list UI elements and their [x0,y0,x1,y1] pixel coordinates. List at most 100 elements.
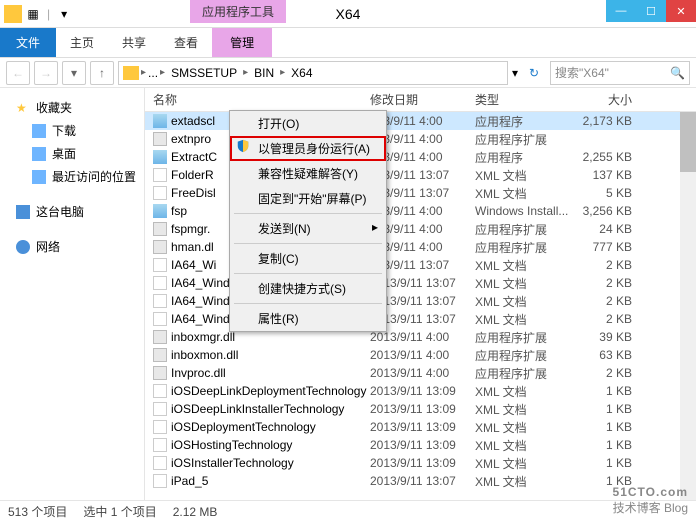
sidebar-recent[interactable]: 最近访问的位置 [0,165,144,188]
file-row[interactable]: iOSDeploymentTechnology2013/9/11 13:09XM… [145,418,696,436]
ctx-pin-start[interactable]: 固定到"开始"屏幕(P) [230,186,386,211]
ctx-run-as-admin[interactable]: 以管理员身份运行(A) [230,136,386,161]
file-row[interactable]: inboxmgr.dll2013/9/11 4:00应用程序扩展39 KB [145,328,696,346]
file-name: extadscl [171,114,215,128]
file-name: iOSDeepLinkDeploymentTechnology [171,384,366,398]
file-row[interactable]: IA64_Windows_Server_2003_SP22013/9/11 13… [145,274,696,292]
breadcrumb-item[interactable]: X64 [287,66,316,80]
file-row[interactable]: fspmgr.013/9/11 4:00应用程序扩展24 KB [145,220,696,238]
file-type: 应用程序 [475,149,580,166]
manage-tab[interactable]: 管理 [212,28,272,57]
breadcrumb[interactable]: ▸ ... ▸ SMSSETUP ▸ BIN ▸ X64 [118,61,508,85]
sidebar-favorites[interactable]: ★收藏夹 [0,96,144,119]
file-row[interactable]: inboxmon.dll2013/9/11 4:00应用程序扩展63 KB [145,346,696,364]
file-row[interactable]: Invproc.dll2013/9/11 4:00应用程序扩展2 KB [145,364,696,382]
file-name: inboxmon.dll [171,348,238,362]
file-icon [153,474,167,488]
file-type: XML 文档 [475,383,580,400]
up-button[interactable]: ↑ [90,61,114,85]
ctx-send-to[interactable]: 发送到(N)▸ [230,216,386,241]
breadcrumb-more[interactable]: ... [148,66,158,80]
file-name: iPad_5 [171,474,208,488]
back-button[interactable]: ← [6,61,30,85]
sidebar-this-pc[interactable]: 这台电脑 [0,200,144,223]
dropdown-icon[interactable]: ▾ [512,66,518,80]
navigation-bar: ← → ▾ ↑ ▸ ... ▸ SMSSETUP ▸ BIN ▸ X64 ▾ ↻… [0,58,696,88]
file-date: 2013/9/11 13:09 [370,384,475,398]
ctx-open[interactable]: 打开(O) [230,111,386,136]
selected-size: 2.12 MB [173,505,218,519]
breadcrumb-item[interactable]: BIN [250,66,278,80]
view-tab[interactable]: 查看 [160,28,212,57]
file-row[interactable]: iOSInstallerTechnology2013/9/11 13:09XML… [145,454,696,472]
col-date[interactable]: 修改日期 [370,91,475,108]
file-row[interactable]: iOSDeepLinkDeploymentTechnology 2013/9/11… [145,382,696,400]
column-headers: 名称 修改日期 类型 大小 [145,88,696,112]
desktop-icon [32,147,46,161]
file-row[interactable]: FolderR013/9/11 13:07XML 文档137 KB [145,166,696,184]
ctx-properties[interactable]: 属性(R) [230,306,386,331]
col-size[interactable]: 大小 [580,91,640,108]
file-date: 2013/9/11 4:00 [370,348,475,362]
ctx-copy[interactable]: 复制(C) [230,246,386,271]
sidebar-downloads[interactable]: 下载 [0,119,144,142]
ctx-troubleshoot[interactable]: 兼容性疑难解答(Y) [230,161,386,186]
refresh-button[interactable]: ↻ [522,61,546,85]
file-row[interactable]: iPad_52013/9/11 13:07XML 文档1 KB [145,472,696,490]
separator [234,213,382,214]
scroll-thumb[interactable] [680,112,696,172]
file-tab[interactable]: 文件 [0,28,56,57]
minimize-button[interactable]: — [606,0,636,22]
breadcrumb-item[interactable]: SMSSETUP [167,66,241,80]
file-size: 777 KB [580,240,640,254]
navigation-pane: ★收藏夹 下载 桌面 最近访问的位置 这台电脑 网络 [0,88,145,508]
file-row[interactable]: extadscl013/9/11 4:00应用程序2,173 KB [145,112,696,130]
chevron-right-icon[interactable]: ▸ [160,67,165,78]
history-dropdown[interactable]: ▾ [62,61,86,85]
file-name: iOSInstallerTechnology [171,456,294,470]
chevron-right-icon[interactable]: ▸ [280,67,285,78]
file-type: XML 文档 [475,257,580,274]
file-row[interactable]: ExtractC013/9/11 4:00应用程序2,255 KB [145,148,696,166]
chevron-right-icon[interactable]: ▸ [141,67,146,78]
file-name: IA64_Wi [171,258,216,272]
file-row[interactable]: iOSHostingTechnology2013/9/11 13:09XML 文… [145,436,696,454]
close-button[interactable]: ✕ [666,0,696,22]
ctx-create-shortcut[interactable]: 创建快捷方式(S) [230,276,386,301]
shield-icon [236,139,250,153]
scrollbar[interactable] [680,112,696,508]
home-tab[interactable]: 主页 [56,28,108,57]
file-row[interactable]: IA64_Windows_Server_2008_original_...201… [145,292,696,310]
maximize-button[interactable]: ☐ [636,0,666,22]
file-row[interactable]: extnpro013/9/11 4:00应用程序扩展 [145,130,696,148]
sidebar-desktop[interactable]: 桌面 [0,142,144,165]
share-tab[interactable]: 共享 [108,28,160,57]
file-name: FreeDisl [171,186,216,200]
file-type: XML 文档 [475,275,580,292]
file-row[interactable]: FreeDisl013/9/11 13:07XML 文档5 KB [145,184,696,202]
item-count: 513 个项目 [8,503,67,520]
separator [234,243,382,244]
file-size: 1 KB [580,420,640,434]
col-type[interactable]: 类型 [475,91,580,108]
file-row[interactable]: IA64_Wi013/9/11 13:07XML 文档2 KB [145,256,696,274]
file-name: inboxmgr.dll [171,330,235,344]
file-row[interactable]: IA64_Windows_Server_2008_SP22013/9/11 13… [145,310,696,328]
sidebar-network[interactable]: 网络 [0,235,144,258]
dropdown-icon[interactable]: ▾ [55,5,73,23]
properties-icon[interactable]: ▦ [24,5,42,23]
col-name[interactable]: 名称 [145,91,370,108]
file-size: 1 KB [580,438,640,452]
file-type: XML 文档 [475,455,580,472]
forward-button[interactable]: → [34,61,58,85]
ribbon-context-tab[interactable]: 应用程序工具 [190,0,286,23]
file-size: 63 KB [580,348,640,362]
file-size: 137 KB [580,168,640,182]
search-input[interactable]: 搜索"X64" 🔍 [550,61,690,85]
chevron-right-icon[interactable]: ▸ [243,67,248,78]
file-row[interactable]: hman.dl013/9/11 4:00应用程序扩展777 KB [145,238,696,256]
file-row[interactable]: iOSDeepLinkInstallerTechnology2013/9/11 … [145,400,696,418]
file-type: XML 文档 [475,185,580,202]
file-row[interactable]: fsp013/9/11 4:00Windows Install...3,256 … [145,202,696,220]
file-size: 2,255 KB [580,150,640,164]
